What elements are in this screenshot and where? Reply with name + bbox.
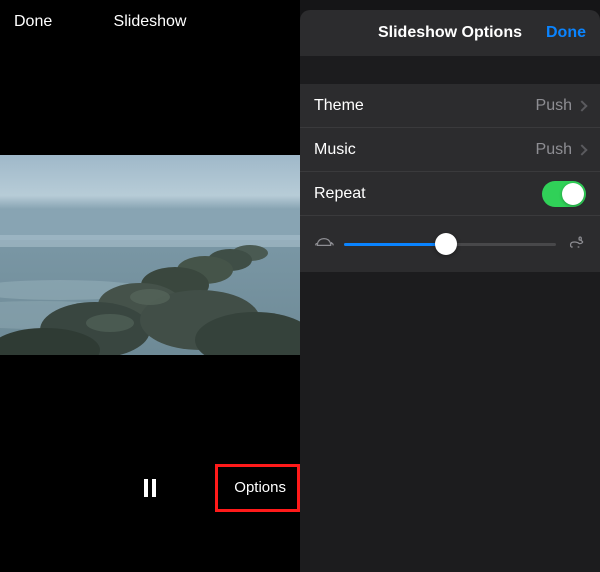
left-header: Done Slideshow xyxy=(0,0,300,44)
slideshow-photo[interactable] xyxy=(0,155,300,355)
sheet-body: Theme Push Music Push Repeat xyxy=(300,84,600,272)
pause-button[interactable] xyxy=(144,479,156,497)
music-label: Music xyxy=(314,141,536,159)
toggle-knob xyxy=(562,183,584,205)
sheet-header: Slideshow Options Done xyxy=(300,10,600,56)
sheet-done-button[interactable]: Done xyxy=(546,24,586,42)
pause-icon xyxy=(144,479,148,497)
repeat-row: Repeat xyxy=(300,172,600,216)
chevron-right-icon xyxy=(576,100,587,111)
repeat-label: Repeat xyxy=(314,185,542,203)
slideshow-title: Slideshow xyxy=(114,13,187,31)
theme-label: Theme xyxy=(314,97,536,115)
theme-value: Push xyxy=(536,97,572,115)
theme-row[interactable]: Theme Push xyxy=(300,84,600,128)
pause-icon xyxy=(152,479,156,497)
done-button[interactable]: Done xyxy=(14,13,52,31)
rabbit-icon xyxy=(566,235,586,254)
speed-slider-row xyxy=(300,216,600,272)
left-footer: Options xyxy=(0,460,300,515)
slider-fill xyxy=(344,243,446,246)
repeat-toggle[interactable] xyxy=(542,181,586,207)
turtle-icon xyxy=(314,235,334,254)
chevron-right-icon xyxy=(576,144,587,155)
options-sheet: Slideshow Options Done Theme Push Music … xyxy=(300,10,600,515)
sheet-title: Slideshow Options xyxy=(378,24,522,42)
slideshow-options-pane: Slideshow Options Done Theme Push Music … xyxy=(300,0,600,515)
music-value: Push xyxy=(536,141,572,159)
music-row[interactable]: Music Push xyxy=(300,128,600,172)
speed-slider[interactable] xyxy=(344,243,556,246)
options-button[interactable]: Options xyxy=(234,479,286,496)
slideshow-player-pane: Done Slideshow xyxy=(0,0,300,515)
slider-thumb[interactable] xyxy=(435,233,457,255)
